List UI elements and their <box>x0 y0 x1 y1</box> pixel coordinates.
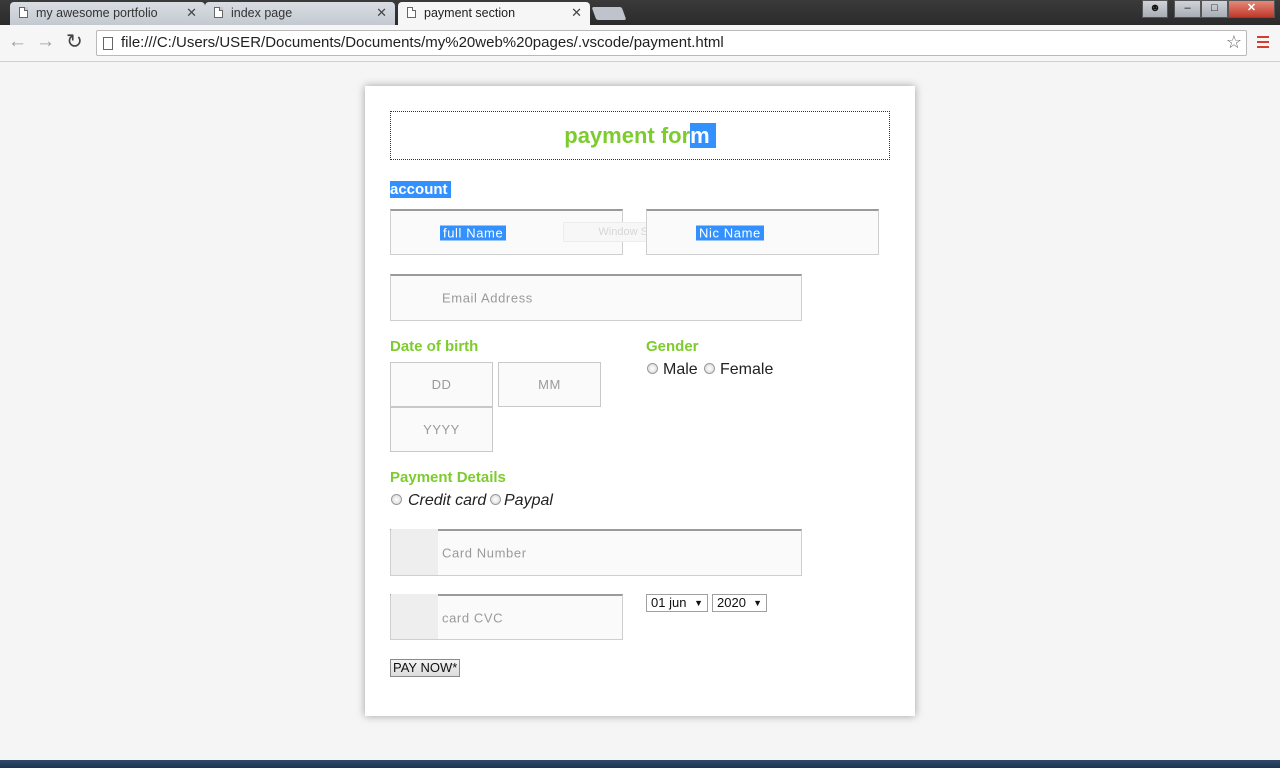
gender-male-radio[interactable] <box>647 363 658 374</box>
os-taskbar <box>0 760 1280 768</box>
tab-close-icon[interactable]: ✕ <box>186 2 197 24</box>
page-title: payment form <box>564 123 716 148</box>
tab-close-icon[interactable]: ✕ <box>571 2 582 24</box>
expiry-day-value: 01 jun <box>651 595 687 610</box>
browser-toolbar: ← → ↻ file:///C:/Users/USER/Documents/Do… <box>0 25 1280 62</box>
url-text: file:///C:/Users/USER/Documents/Document… <box>121 34 724 51</box>
window-close-icon[interactable]: ✕ <box>1228 0 1275 18</box>
dob-month-input[interactable]: MM <box>498 362 601 407</box>
tab-payment-section[interactable]: payment section ✕ <box>398 2 590 25</box>
card-number-input[interactable]: Card Number <box>390 529 802 576</box>
address-bar[interactable]: file:///C:/Users/USER/Documents/Document… <box>96 30 1247 56</box>
page-icon <box>214 7 223 18</box>
email-field[interactable]: Email Address <box>390 274 802 321</box>
email-placeholder: Email Address <box>442 290 533 306</box>
expiry-day-select[interactable]: 01 jun ▼ <box>646 594 708 612</box>
tab-strip: my awesome portfolio ✕ index page ✕ paym… <box>0 0 1280 25</box>
expiry-year-select[interactable]: 2020 ▼ <box>712 594 767 612</box>
paypal-label: Paypal <box>504 492 553 509</box>
reload-icon[interactable]: ↻ <box>66 32 83 52</box>
dob-year-input[interactable]: YYYY <box>390 407 493 452</box>
card-number-placeholder: Card Number <box>442 545 527 561</box>
card-cvc-icon-slot <box>391 594 438 639</box>
payment-details-label: Payment Details <box>390 469 506 486</box>
dob-day-input[interactable]: DD <box>390 362 493 407</box>
payment-form-card: payment form account full Name Window Sn… <box>365 86 915 716</box>
page-icon <box>103 37 113 50</box>
tab-label: index page <box>231 6 293 20</box>
bookmark-star-icon[interactable]: ☆ <box>1226 32 1242 53</box>
gender-label: Gender <box>646 338 699 355</box>
account-heading: account <box>390 181 451 198</box>
minimize-icon[interactable]: – <box>1174 0 1201 18</box>
page-icon <box>407 7 416 18</box>
user-icon[interactable]: ☻ <box>1142 0 1168 18</box>
card-cvc-placeholder: card CVC <box>442 610 504 625</box>
full-name-placeholder: full Name <box>440 225 507 240</box>
paypal-radio[interactable] <box>490 494 501 505</box>
tab-close-icon[interactable]: ✕ <box>376 2 387 24</box>
chevron-down-icon: ▼ <box>694 598 703 608</box>
tab-label: payment section <box>424 6 516 20</box>
menu-icon[interactable] <box>1257 36 1269 51</box>
pay-now-button[interactable]: PAY NOW* <box>390 659 461 677</box>
nic-name-placeholder: Nic Name <box>696 225 764 240</box>
card-number-icon-slot <box>391 529 438 575</box>
chevron-down-icon: ▼ <box>753 598 762 608</box>
gender-female-label: Female <box>720 361 774 378</box>
tab-index-page[interactable]: index page ✕ <box>205 2 395 25</box>
nic-name-input[interactable]: Nic Name <box>646 209 879 255</box>
tab-label: my awesome portfolio <box>36 6 158 20</box>
page-icon <box>19 7 28 18</box>
new-tab-button[interactable] <box>591 7 627 20</box>
forward-arrow-icon[interactable]: → <box>36 32 55 51</box>
expiry-year-value: 2020 <box>717 595 746 610</box>
form-title-box: payment form <box>390 111 890 160</box>
credit-card-label: Credit card <box>408 492 487 509</box>
back-arrow-icon[interactable]: ← <box>8 32 27 51</box>
gender-male-label: Male <box>663 361 698 378</box>
card-cvc-input[interactable]: card CVC <box>390 594 623 640</box>
gender-female-radio[interactable] <box>704 363 715 374</box>
date-of-birth-label: Date of birth <box>390 338 479 355</box>
tab-portfolio[interactable]: my awesome portfolio ✕ <box>10 2 205 25</box>
credit-card-radio[interactable] <box>391 494 402 505</box>
maximize-icon[interactable]: □ <box>1201 0 1228 18</box>
